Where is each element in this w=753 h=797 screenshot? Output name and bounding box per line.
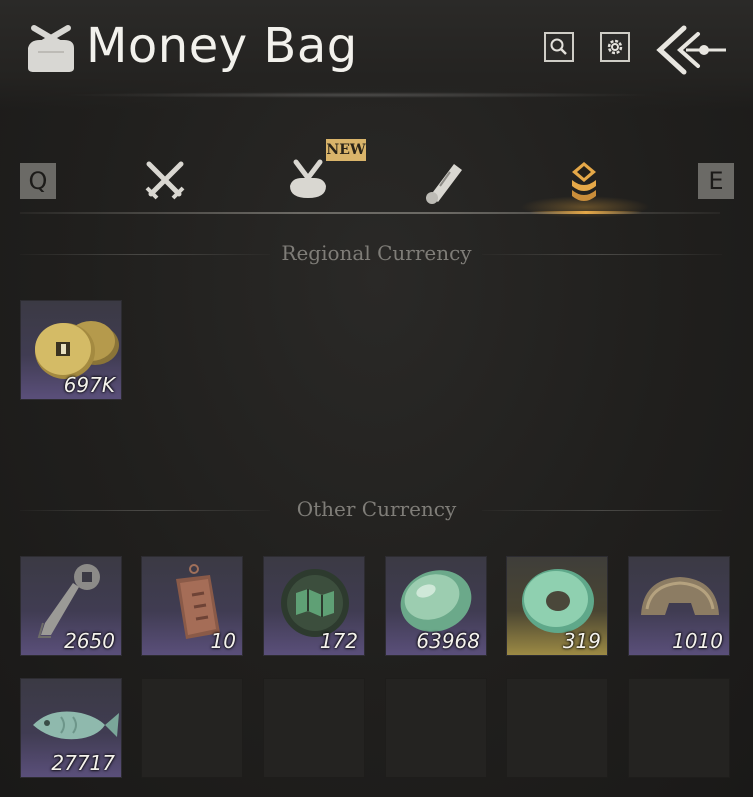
currency-slot-bronze-tablet[interactable]: 10 bbox=[141, 556, 243, 656]
next-tab-key[interactable]: E bbox=[698, 163, 734, 199]
currency-slot-coins[interactable]: 697K bbox=[20, 300, 122, 400]
currency-slot-jade-fish[interactable]: 27717 bbox=[20, 678, 122, 778]
scroll-icon bbox=[426, 164, 462, 204]
search-button[interactable] bbox=[544, 32, 574, 62]
regional-currency-title: Regional Currency bbox=[281, 241, 472, 265]
search-icon bbox=[550, 38, 567, 55]
other-currency-title: Other Currency bbox=[296, 497, 457, 521]
currency-slot-coin-key[interactable]: 2650 bbox=[20, 556, 122, 656]
quantity-label: 2650 bbox=[64, 629, 115, 653]
empty-slot bbox=[263, 678, 365, 778]
settings-button[interactable] bbox=[600, 32, 630, 62]
currency-slot-map-token[interactable]: 172 bbox=[263, 556, 365, 656]
currency-slot-bronze-half-coin[interactable]: 1010 bbox=[628, 556, 730, 656]
prev-tab-key[interactable]: Q bbox=[20, 163, 56, 199]
quantity-label: 27717 bbox=[51, 751, 115, 775]
quantity-label: 319 bbox=[562, 629, 601, 653]
currency-slot-jade-stone[interactable]: 63968 bbox=[385, 556, 487, 656]
header-sheen bbox=[60, 92, 660, 98]
back-arrow-icon[interactable] bbox=[654, 22, 730, 78]
currency-slot-jade-ring[interactable]: 319 bbox=[506, 556, 608, 656]
money-bag-icon bbox=[28, 25, 74, 72]
tab-weapons[interactable] bbox=[135, 150, 195, 210]
quantity-label: 172 bbox=[319, 629, 358, 653]
empty-slot bbox=[385, 678, 487, 778]
quantity-label: 63968 bbox=[416, 629, 480, 653]
crossed-swords-icon bbox=[145, 161, 185, 200]
empty-slot bbox=[628, 678, 730, 778]
tab-currency[interactable] bbox=[554, 150, 614, 210]
gear-icon bbox=[607, 39, 623, 55]
empty-slot bbox=[141, 678, 243, 778]
quantity-label: 1010 bbox=[672, 629, 723, 653]
section-divider-right bbox=[482, 254, 722, 255]
empty-slot bbox=[506, 678, 608, 778]
section-divider-right bbox=[482, 510, 722, 511]
active-tab-indicator bbox=[530, 211, 642, 214]
coin-stack-icon bbox=[572, 162, 596, 201]
quantity-label: 10 bbox=[210, 629, 236, 653]
quantity-label: 697K bbox=[63, 373, 115, 397]
new-badge: NEW bbox=[326, 139, 366, 161]
page-title: Money Bag bbox=[86, 18, 358, 74]
tab-scrolls[interactable] bbox=[414, 150, 474, 210]
